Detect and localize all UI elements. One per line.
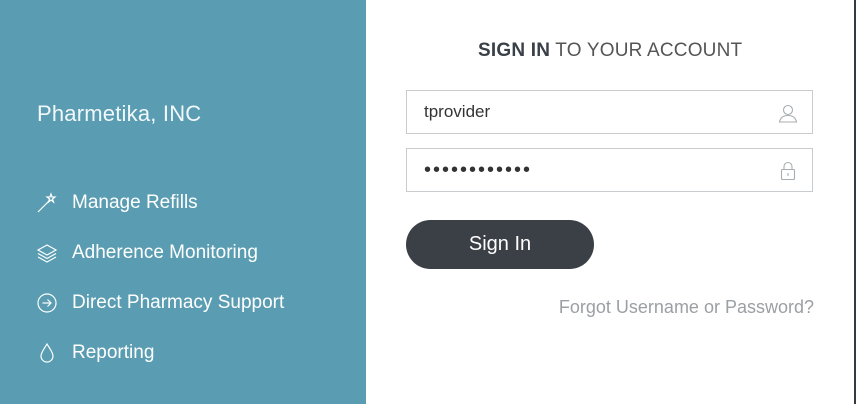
lock-icon [777,160,799,182]
forgot-credentials-link[interactable]: Forgot Username or Password? [559,297,814,318]
company-name: Pharmetika, INC [37,101,202,126]
sign-in-button[interactable]: Sign In [406,220,594,269]
user-icon [777,102,799,124]
login-heading-bold: SIGN IN [478,40,551,61]
feature-item-reporting: Reporting [36,328,284,378]
login-panel: SIGN IN TO YOUR ACCOUNT Sign In Forgot U… [366,0,856,404]
login-heading-rest: TO YOUR ACCOUNT [555,40,743,61]
magic-wand-icon [36,192,58,214]
username-input[interactable] [407,92,764,132]
drop-icon [36,342,58,364]
password-input[interactable] [407,150,764,190]
password-field[interactable] [406,148,813,192]
feature-label: Manage Refills [72,192,198,213]
arrow-circle-right-icon [36,292,58,314]
feature-item-manage-refills: Manage Refills [36,178,284,228]
feature-label: Direct Pharmacy Support [72,292,285,313]
login-heading: SIGN IN TO YOUR ACCOUNT [478,40,742,62]
username-field[interactable] [406,90,813,134]
feature-item-direct-pharmacy-support: Direct Pharmacy Support [36,278,284,328]
feature-label: Reporting [72,342,155,363]
left-panel: Pharmetika, INC Manage Refills Adherence… [0,0,366,404]
feature-list: Manage Refills Adherence Monitoring Dire… [36,178,284,378]
feature-label: Adherence Monitoring [72,242,258,263]
feature-item-adherence-monitoring: Adherence Monitoring [36,228,284,278]
layers-icon [36,242,58,264]
